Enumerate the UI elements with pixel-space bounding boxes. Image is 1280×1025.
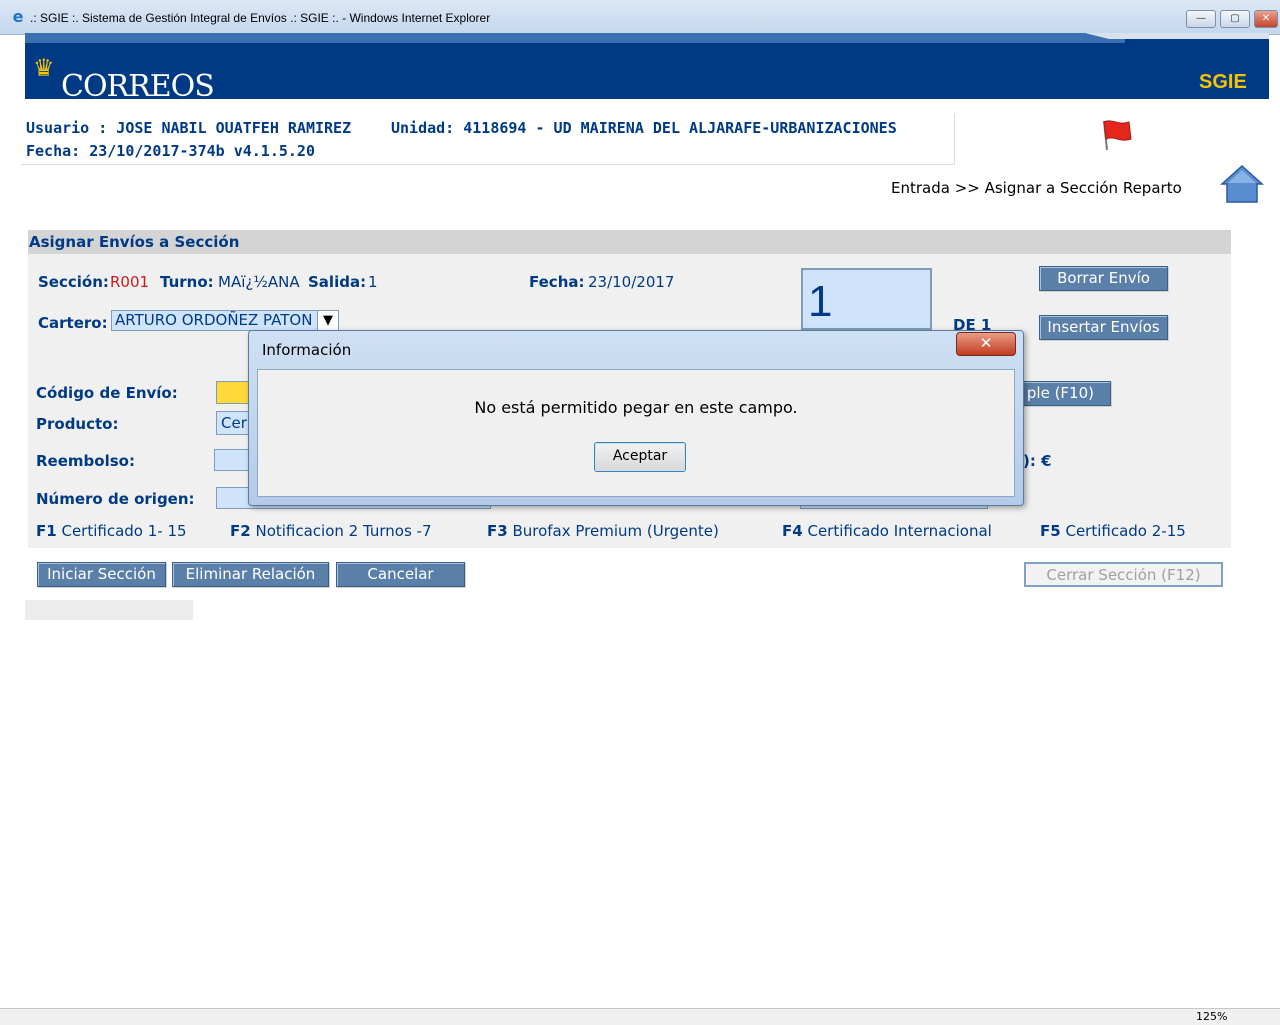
chevron-down-icon[interactable]: ▼ (317, 311, 338, 330)
ie-icon: e (12, 7, 24, 26)
correos-logo: CORREOS (61, 69, 215, 99)
minimize-button[interactable]: — (1186, 10, 1216, 28)
turno-value: MAï¿½ANA (218, 273, 300, 291)
session-date: Fecha: 23/10/2017-374b v4.1.5.20 (26, 142, 315, 160)
fkey-f3[interactable]: F3 Burofax Premium (Urgente) (487, 522, 719, 540)
seccion-label: Sección: (38, 273, 109, 291)
aceptar-button[interactable]: Aceptar (594, 442, 686, 472)
correos-horn-icon: ♛ (33, 54, 55, 82)
turno-label: Turno: (160, 273, 214, 291)
dialog-close-button[interactable]: ✕ (956, 332, 1016, 356)
iniciar-seccion-button[interactable]: Iniciar Sección (37, 562, 166, 587)
fkey-f5[interactable]: F5 Certificado 2-15 (1040, 522, 1186, 540)
dialog-title: Información (262, 341, 352, 359)
window-close-button[interactable]: ✕ (1254, 10, 1278, 28)
info-dialog: Información ✕ No está permitido pegar en… (248, 330, 1024, 506)
numero-origen-label: Número de origen: (36, 490, 195, 508)
cancelar-button[interactable]: Cancelar (336, 562, 465, 587)
flag-icon[interactable] (1098, 117, 1132, 151)
counter-value: 1 (808, 277, 833, 326)
borrar-envio-button[interactable]: Borrar Envío (1039, 266, 1168, 291)
fkey-f1[interactable]: F1 Certificado 1- 15 (36, 522, 187, 540)
reembolso-label: Reembolso: (36, 452, 135, 470)
cartero-label: Cartero: (38, 314, 108, 332)
codigo-envio-label: Código de Envío: (36, 384, 178, 402)
user-unit: Unidad: 4118694 - UD MAIRENA DEL ALJARAF… (391, 119, 897, 137)
fecha-label: Fecha: (529, 273, 585, 291)
cartero-selected-value: ARTURO ORDOÑEZ PATON (115, 311, 313, 329)
browser-statusbar (0, 1008, 1280, 1025)
zoom-level[interactable]: 125% (1196, 1010, 1227, 1023)
cerrar-seccion-button[interactable]: Cerrar Sección (F12) (1024, 562, 1223, 587)
panel-title: Asignar Envíos a Sección (29, 233, 240, 251)
eliminar-relacion-button[interactable]: Eliminar Relación (172, 562, 329, 587)
user-name: Usuario : JOSE NABIL OUATFEH RAMIREZ (26, 119, 352, 137)
banner-corner-decoration (1085, 33, 1269, 39)
salida-value: 1 (368, 273, 378, 291)
home-icon[interactable] (1220, 164, 1264, 206)
fkey-f2[interactable]: F2 Notificacion 2 Turnos -7 (230, 522, 432, 540)
header-banner: ♛ CORREOS SGIE (25, 33, 1269, 99)
breadcrumb: Entrada >> Asignar a Sección Reparto (891, 179, 1182, 197)
salida-label: Salida: (308, 273, 367, 291)
window-title: .: SGIE :. Sistema de Gestión Integral d… (30, 11, 491, 25)
seccion-value: R001 (110, 273, 150, 291)
dialog-body: No está permitido pegar en este campo. A… (257, 369, 1015, 497)
dialog-message: No está permitido pegar en este campo. (474, 398, 798, 417)
status-area (25, 600, 193, 620)
insertar-envios-button[interactable]: Insertar Envíos (1039, 315, 1168, 340)
restore-button[interactable]: ▢ (1220, 10, 1250, 28)
fecha-value: 23/10/2017 (588, 273, 675, 291)
cartero-select[interactable]: ARTURO ORDOÑEZ PATON ▼ (111, 310, 339, 331)
fkey-f4[interactable]: F4 Certificado Internacional (782, 522, 992, 540)
reembolso-currency: ): € (1023, 452, 1052, 470)
banner-stripe (25, 33, 1125, 43)
producto-label: Producto: (36, 415, 119, 433)
